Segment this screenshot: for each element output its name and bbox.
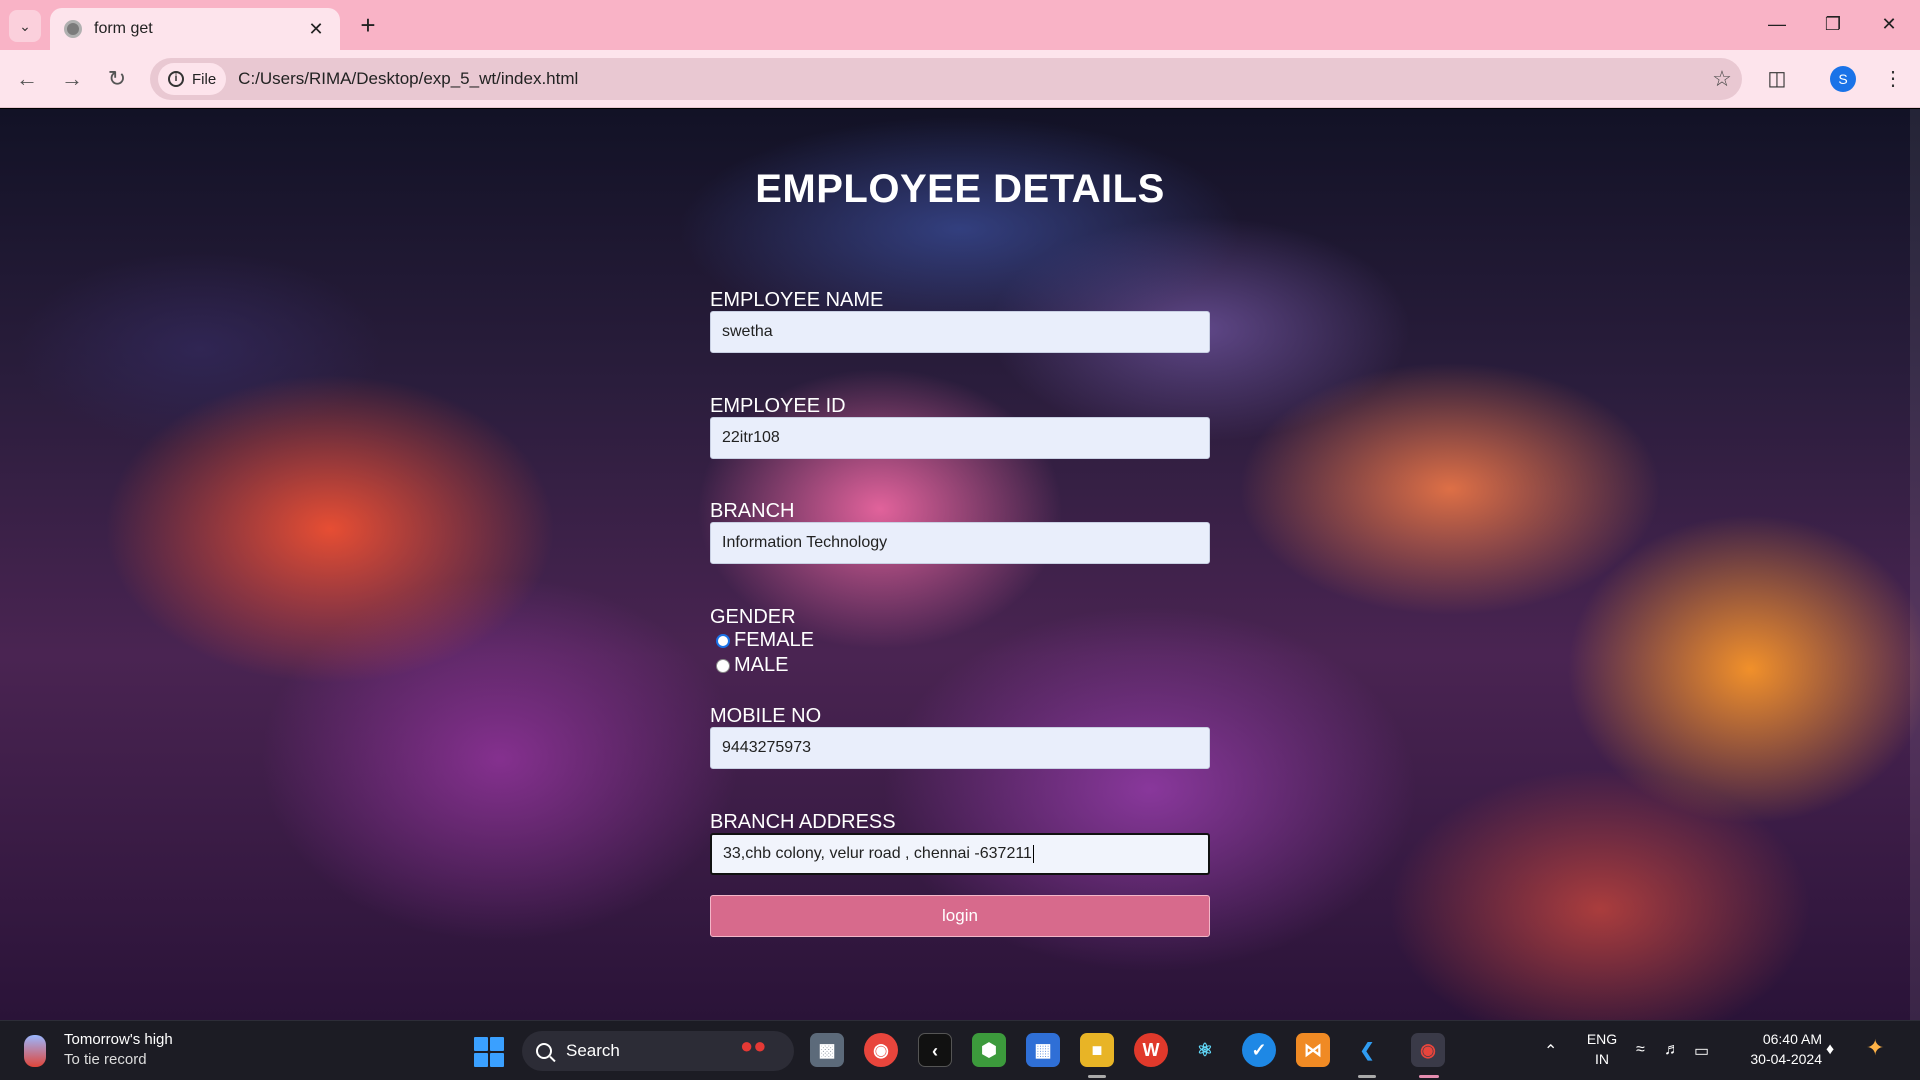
female-radio-label: FEMALE [734, 629, 815, 651]
copilot-icon[interactable]: ✦ [1866, 1035, 1884, 1061]
volume-icon[interactable]: ♬ [1664, 1041, 1680, 1059]
globe-icon [64, 20, 82, 38]
weather-subtitle[interactable]: To tie record [64, 1051, 147, 1068]
site-chip-label: File [192, 70, 217, 88]
forward-button[interactable]: → [55, 62, 89, 96]
notification-bell-icon[interactable]: ♦ [1826, 1041, 1834, 1059]
chevron-up-icon[interactable]: ⌃ [1544, 1041, 1557, 1061]
female-radio[interactable] [716, 633, 730, 648]
male-radio[interactable] [716, 658, 730, 673]
react-icon[interactable]: ⚛ [1188, 1033, 1222, 1067]
clock-time[interactable]: 06:40 AM [1732, 1031, 1822, 1047]
wifi-icon[interactable]: ≈ [1636, 1041, 1645, 1059]
windows-start-icon[interactable] [474, 1037, 504, 1067]
employee-name-value: swetha [722, 323, 773, 340]
chrome-icon[interactable]: ◉ [864, 1033, 898, 1067]
page-viewport: EMPLOYEE DETAILS EMPLOYEE NAME swetha EM… [0, 109, 1920, 1020]
browser-toolbar: ← → ↻ i File C:/Users/RIMA/Desktop/exp_5… [0, 50, 1920, 108]
reload-button[interactable]: ↻ [100, 62, 134, 96]
tab-search-button[interactable]: ⌄ [9, 10, 41, 42]
search-icon [536, 1043, 552, 1059]
taskbar-search-label: Search [566, 1041, 620, 1060]
employee-name-input[interactable]: swetha [710, 311, 1210, 353]
mobile-value: 9443275973 [722, 739, 811, 756]
task-view-icon[interactable]: ▩ [810, 1033, 844, 1067]
text-caret [1032, 845, 1034, 863]
employee-id-value: 22itr108 [722, 429, 780, 446]
bookmark-star-icon[interactable]: ☆ [1702, 66, 1742, 92]
weather-title[interactable]: Tomorrow's high [64, 1031, 173, 1048]
strawberry-icon: ●● [740, 1033, 767, 1058]
branch-label: BRANCH [710, 500, 795, 522]
wps-office-icon[interactable]: W [1134, 1033, 1168, 1067]
tab-title: form get [94, 20, 153, 37]
browser-tab[interactable]: form get ✕ [50, 8, 340, 50]
employee-id-label: EMPLOYEE ID [710, 395, 846, 417]
back-button[interactable]: ← [10, 62, 44, 96]
mobile-input[interactable]: 9443275973 [710, 727, 1210, 769]
file-explorer-icon[interactable]: ■ [1080, 1033, 1114, 1067]
employee-id-input[interactable]: 22itr108 [710, 417, 1210, 459]
employee-name-label: EMPLOYEE NAME [710, 289, 884, 311]
gender-option-male[interactable]: MALE [710, 653, 1210, 678]
chrome-active-icon[interactable]: ◉ [1411, 1033, 1445, 1067]
login-button[interactable]: login [710, 895, 1210, 937]
mobile-label: MOBILE NO [710, 705, 822, 727]
chevron-down-icon: ⌄ [19, 17, 31, 34]
nodejs-icon[interactable]: ⬢ [972, 1033, 1006, 1067]
xampp-icon[interactable]: ⋈ [1296, 1033, 1330, 1067]
language-top[interactable]: ENG [1582, 1031, 1622, 1047]
thermometer-icon[interactable] [24, 1035, 46, 1067]
scrollbar[interactable] [1910, 109, 1920, 1020]
gender-option-female[interactable]: FEMALE [710, 628, 1210, 653]
site-info-chip[interactable]: i File [158, 63, 227, 95]
branch-address-input[interactable]: 33,chb colony, velur road , chennai -637… [710, 833, 1210, 875]
url-text[interactable]: C:/Users/RIMA/Desktop/exp_5_wt/index.htm… [238, 69, 1702, 89]
store-icon[interactable]: ▦ [1026, 1033, 1060, 1067]
battery-icon[interactable]: ▭ [1694, 1041, 1709, 1061]
branch-address-label: BRANCH ADDRESS [710, 811, 896, 833]
language-bottom[interactable]: IN [1582, 1051, 1622, 1067]
taskbar: Tomorrow's high To tie record Search ●● … [0, 1020, 1920, 1080]
browser-tab-bar: ⌄ form get ✕ + — ❐ ✕ [0, 0, 1920, 50]
branch-address-value: 33,chb colony, velur road , chennai -637… [723, 845, 1032, 862]
branch-input[interactable]: Information Technology [710, 522, 1210, 564]
chrome-active-indicator [1419, 1075, 1439, 1078]
clock-date[interactable]: 30-04-2024 [1732, 1051, 1822, 1067]
messenger-icon[interactable]: ✓ [1242, 1033, 1276, 1067]
new-tab-button[interactable]: + [352, 10, 384, 42]
restore-button[interactable]: ❐ [1810, 8, 1856, 40]
menu-icon[interactable]: ⋮ [1876, 62, 1910, 96]
branch-value: Information Technology [722, 534, 888, 551]
extensions-icon[interactable]: ◫ [1760, 62, 1794, 96]
cursor-app-icon[interactable]: ‹ [918, 1033, 952, 1067]
gender-label: GENDER [710, 606, 796, 628]
info-icon: i [168, 71, 184, 87]
vscode-icon[interactable]: ❮ [1350, 1033, 1384, 1067]
address-bar[interactable]: i File C:/Users/RIMA/Desktop/exp_5_wt/in… [150, 58, 1742, 100]
vscode-active-indicator [1358, 1075, 1376, 1078]
employee-form: EMPLOYEE NAME swetha EMPLOYEE ID 22itr10… [710, 289, 1210, 937]
profile-avatar[interactable]: S [1830, 66, 1856, 92]
male-radio-label: MALE [734, 654, 789, 676]
explorer-active-indicator [1088, 1075, 1106, 1078]
window-close-button[interactable]: ✕ [1866, 8, 1912, 40]
minimize-button[interactable]: — [1754, 8, 1800, 40]
close-icon[interactable]: ✕ [306, 19, 326, 40]
page-title: EMPLOYEE DETAILS [755, 167, 1165, 211]
